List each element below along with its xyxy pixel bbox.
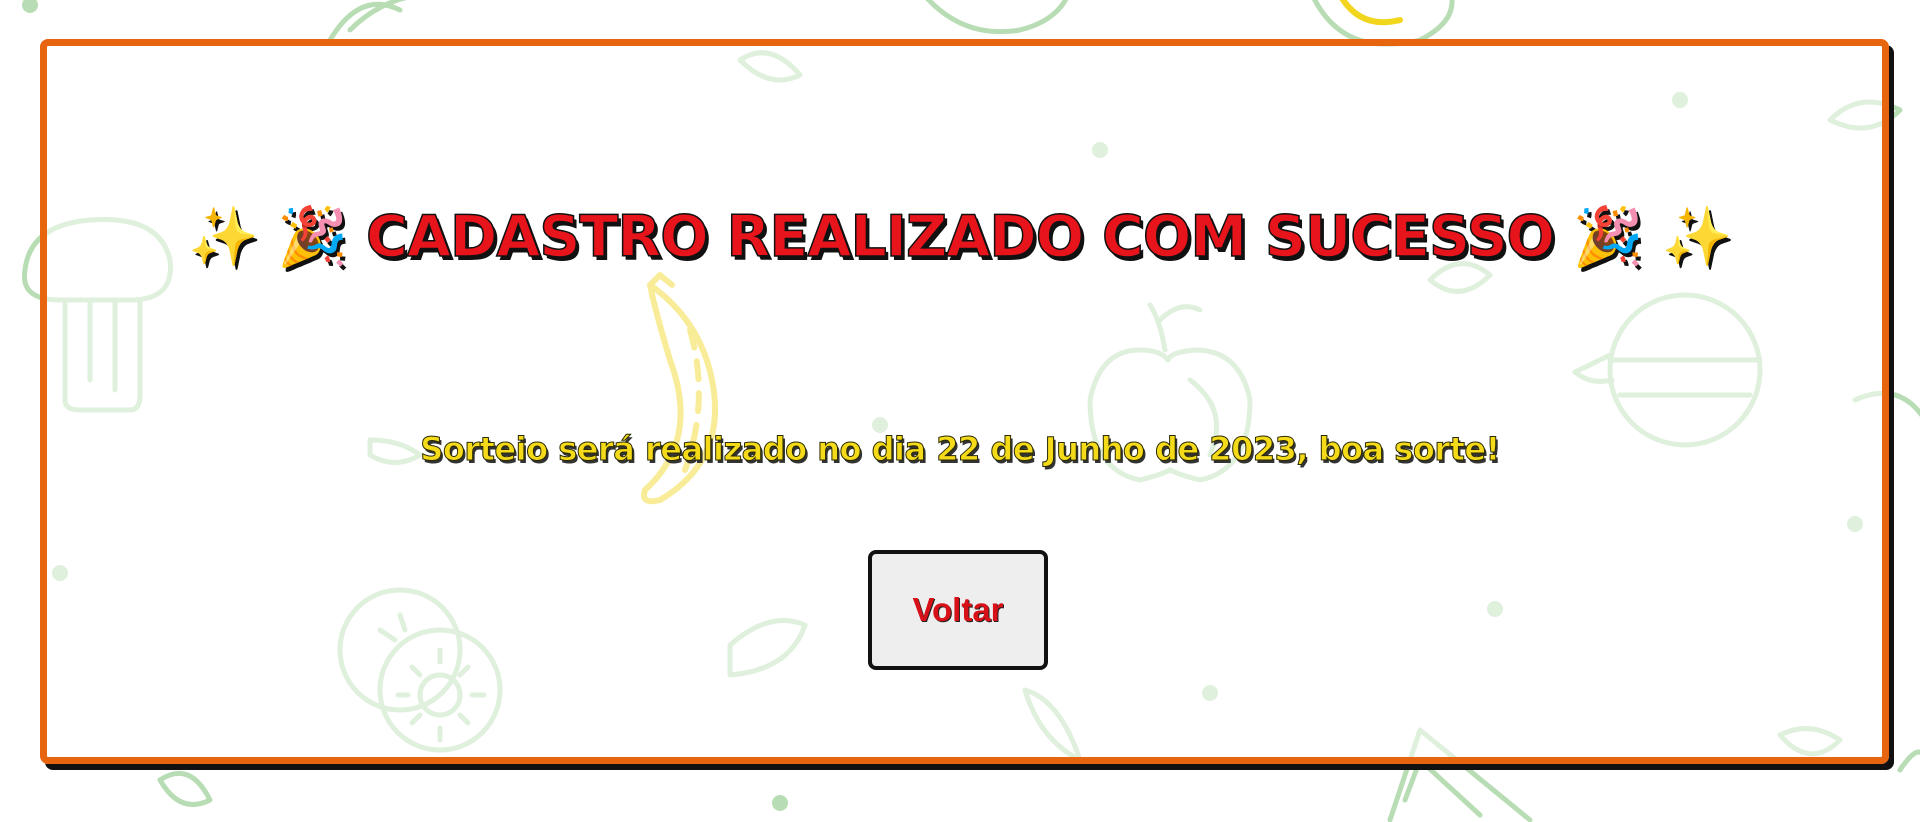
back-button[interactable]: Voltar [868, 550, 1048, 670]
success-title: ✨ 🎉 CADASTRO REALIZADO COM SUCESSO 🎉 ✨ [188, 203, 1734, 271]
draw-date-message: Sorteio será realizado no dia 22 de Junh… [420, 430, 1501, 469]
